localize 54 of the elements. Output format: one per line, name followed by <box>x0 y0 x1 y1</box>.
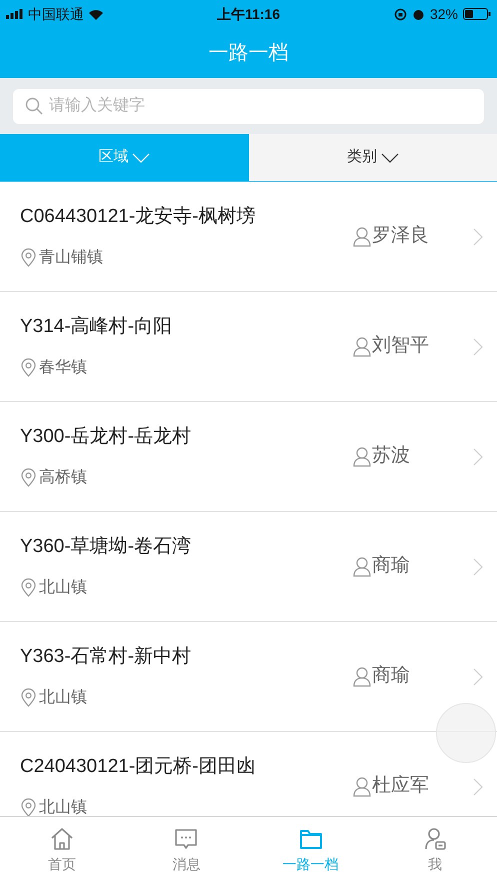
road-title: Y300-岳龙村-岳龙村 <box>20 425 192 450</box>
road-title: C064430121-龙安寺-枫树塝 <box>20 205 256 230</box>
location-pin-icon <box>20 578 37 598</box>
page-title: 一路一档 <box>208 41 288 66</box>
search-field[interactable]: 请输入关键字 <box>13 88 484 124</box>
location-name: 青山铺镇 <box>39 248 103 268</box>
battery-icon <box>462 8 491 20</box>
filter-tab[interactable]: 类别 <box>248 134 497 181</box>
location-pin-icon <box>20 798 37 816</box>
person-icon <box>353 226 371 246</box>
person-name: 商瑜 <box>372 664 410 688</box>
home-icon <box>49 826 76 852</box>
person-name: 苏波 <box>372 444 410 468</box>
road-title: Y314-高峰村-向阳 <box>20 315 174 340</box>
location-pin-icon <box>20 468 37 488</box>
person-icon <box>353 556 371 576</box>
chevron-right-icon <box>473 448 483 466</box>
location-pin-icon <box>20 358 37 378</box>
road-title: C240430121-团元桥-团田凼 <box>20 755 256 780</box>
chevron-right-icon <box>473 338 483 356</box>
person-icon <box>353 666 371 686</box>
status-time: 上午11:16 <box>216 4 280 24</box>
person-icon <box>353 336 371 356</box>
person-name: 杜应军 <box>372 774 429 798</box>
location-name: 春华镇 <box>39 358 87 378</box>
location-name: 高桥镇 <box>39 468 87 488</box>
location-name: 北山镇 <box>39 798 87 816</box>
road-title: Y363-石常村-新中村 <box>20 645 192 670</box>
location-name: 北山镇 <box>39 578 87 598</box>
chevron-right-icon <box>473 668 483 686</box>
person-name: 刘智平 <box>372 334 429 358</box>
location-name: 北山镇 <box>39 688 87 708</box>
location-pin-icon <box>20 688 37 708</box>
search-icon <box>25 96 43 114</box>
person-name: 商瑜 <box>372 554 410 578</box>
road-list-item[interactable]: Y300-岳龙村-岳龙村 高桥镇 苏波 <box>0 402 497 512</box>
chevron-down-icon <box>132 152 150 162</box>
wifi-icon <box>88 8 104 20</box>
battery-percent: 32% <box>430 4 458 24</box>
road-title: Y360-草塘坳-卷石湾 <box>20 535 192 560</box>
signal-icon <box>6 9 24 19</box>
road-list-item[interactable]: Y314-高峰村-向阳 春华镇 刘智平 <box>0 292 497 402</box>
person-icon <box>353 776 371 796</box>
chevron-right-icon <box>473 778 483 796</box>
road-list-item[interactable]: Y360-草塘坳-卷石湾 北山镇 商瑜 <box>0 512 497 622</box>
location-pin-icon <box>20 248 37 268</box>
carrier-name: 中国联通 <box>28 4 84 24</box>
person-icon <box>353 446 371 466</box>
orientation-lock-icon <box>394 8 407 20</box>
chevron-down-icon <box>380 152 399 162</box>
road-list-item[interactable]: C064430121-龙安寺-枫树塝 青山铺镇 罗泽良 <box>0 182 497 292</box>
chevron-right-icon <box>473 558 483 576</box>
chevron-right-icon <box>473 228 483 246</box>
person-name: 罗泽良 <box>372 224 429 248</box>
